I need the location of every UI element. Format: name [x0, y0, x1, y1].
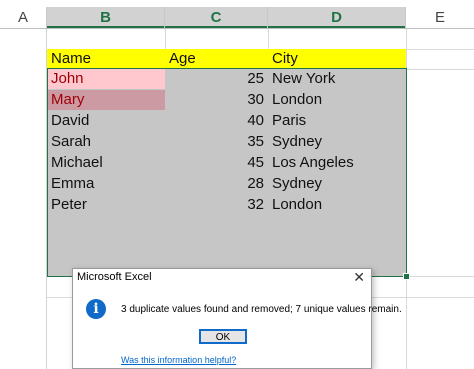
- column-header-d[interactable]: D: [268, 7, 406, 28]
- help-link[interactable]: Was this information helpful?: [121, 355, 236, 365]
- dialog-message: 3 duplicate values found and removed; 7 …: [121, 304, 402, 315]
- name-cell[interactable]: Peter: [47, 195, 165, 215]
- city-cell[interactable]: Los Angeles: [268, 153, 406, 173]
- close-icon[interactable]: ✕: [353, 269, 365, 286]
- name-cell[interactable]: Michael: [47, 153, 165, 173]
- column-header-c[interactable]: C: [165, 7, 268, 28]
- header-divider: [0, 28, 474, 29]
- name-cell[interactable]: Emma: [47, 174, 165, 194]
- dialog-title: Microsoft Excel: [77, 271, 152, 283]
- name-cell-duplicate[interactable]: John: [47, 69, 165, 89]
- age-cell[interactable]: 25: [165, 69, 268, 89]
- city-cell[interactable]: London: [268, 195, 406, 215]
- column-header-a[interactable]: A: [0, 7, 47, 28]
- name-cell-duplicate[interactable]: Mary: [47, 90, 165, 110]
- age-cell[interactable]: 30: [165, 90, 268, 110]
- name-cell[interactable]: Sarah: [47, 132, 165, 152]
- age-cell[interactable]: 40: [165, 111, 268, 131]
- age-cell[interactable]: 35: [165, 132, 268, 152]
- header-name-cell[interactable]: Name: [47, 49, 165, 69]
- city-cell[interactable]: Paris: [268, 111, 406, 131]
- name-cell[interactable]: David: [47, 111, 165, 131]
- city-cell[interactable]: Sydney: [268, 174, 406, 194]
- age-cell[interactable]: 45: [165, 153, 268, 173]
- age-cell[interactable]: 28: [165, 174, 268, 194]
- city-cell[interactable]: Sydney: [268, 132, 406, 152]
- message-dialog: Microsoft Excel ✕ i 3 duplicate values f…: [72, 268, 402, 369]
- header-age-cell[interactable]: Age: [165, 49, 268, 69]
- header-city-cell[interactable]: City: [268, 49, 406, 69]
- ok-button[interactable]: OK: [199, 329, 247, 344]
- column-header-b[interactable]: B: [47, 7, 165, 28]
- age-cell[interactable]: 32: [165, 195, 268, 215]
- city-cell[interactable]: New York: [268, 69, 406, 89]
- gridline-v: [406, 29, 407, 369]
- city-cell[interactable]: London: [268, 90, 406, 110]
- column-header-e[interactable]: E: [406, 7, 474, 28]
- row-header-area: [0, 7, 47, 369]
- fill-handle[interactable]: [403, 273, 410, 280]
- info-icon: i: [86, 299, 106, 319]
